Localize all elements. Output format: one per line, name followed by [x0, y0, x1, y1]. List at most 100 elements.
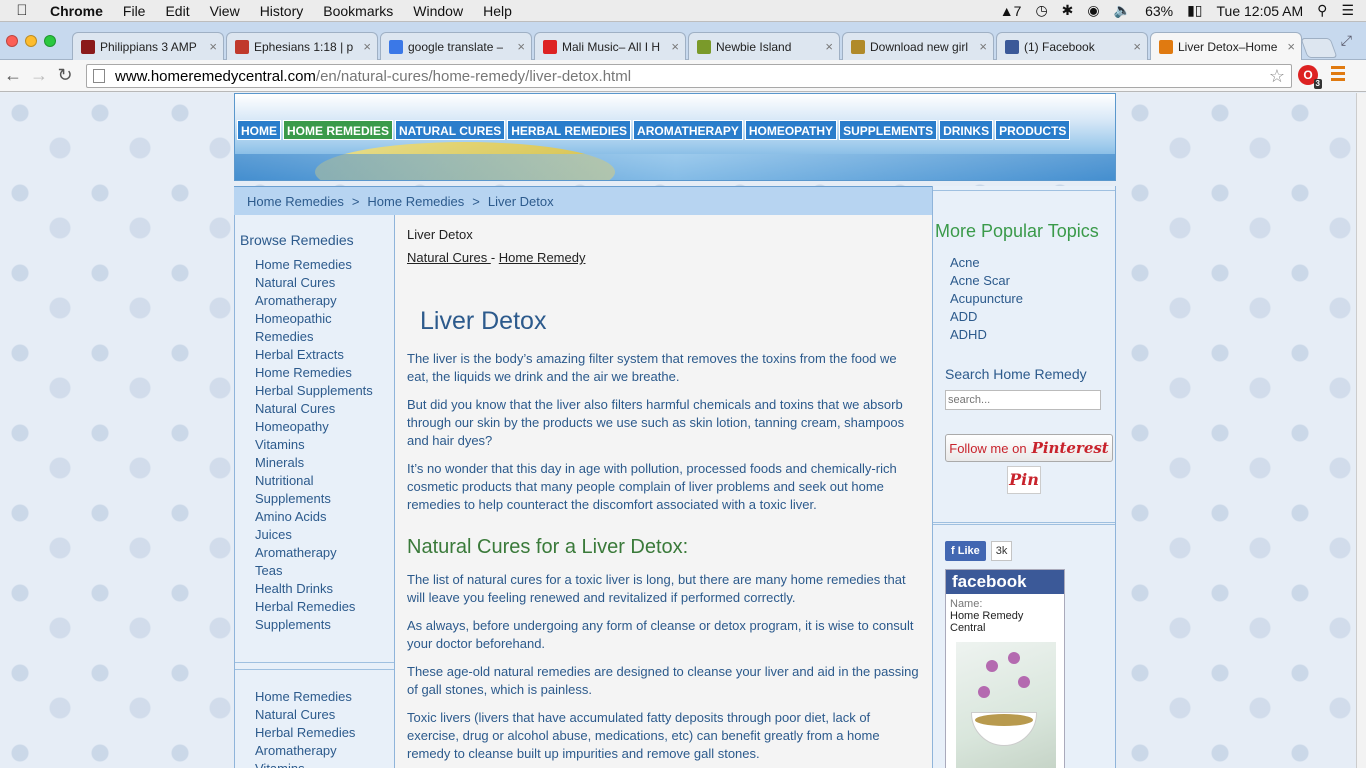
browser-tab[interactable]: Ephesians 1:18 | p × — [226, 32, 378, 60]
sidebar-link[interactable]: Herbal Supplements — [255, 382, 394, 400]
sidebar-link[interactable]: Remedies — [255, 328, 394, 346]
reload-button[interactable]: ↻ — [52, 65, 78, 86]
pin-it-button[interactable]: Pin — [1007, 466, 1041, 494]
popular-topics-heading: More Popular Topics — [935, 221, 1099, 241]
browser-tab[interactable]: Philippians 3 AMP × — [72, 32, 224, 60]
sidebar-link[interactable]: Minerals — [255, 454, 394, 472]
sidebar-link[interactable]: Acupuncture — [950, 290, 1115, 308]
sidebar-link[interactable]: Supplements — [255, 616, 394, 634]
sidebar-link[interactable]: Home Remedies — [255, 256, 394, 274]
close-tab-icon[interactable]: × — [671, 39, 679, 54]
sidebar-link[interactable]: Nutritional — [255, 472, 394, 490]
close-tab-icon[interactable]: × — [979, 39, 987, 54]
bookmark-star-icon[interactable]: ☆ — [1269, 66, 1285, 87]
spotlight-icon[interactable]: ⚲ — [1317, 2, 1327, 19]
breadcrumb-item[interactable]: Home Remedies — [247, 194, 344, 209]
menu-file[interactable]: File — [113, 3, 156, 19]
close-tab-icon[interactable]: × — [1287, 39, 1295, 54]
new-tab-button[interactable] — [1300, 38, 1338, 58]
close-tab-icon[interactable]: × — [209, 39, 217, 54]
battery-percent[interactable]: 63% — [1145, 3, 1173, 19]
sidebar-link[interactable]: Natural Cures — [255, 706, 394, 724]
notification-center-icon[interactable]: ☰ — [1341, 2, 1354, 19]
close-window-button[interactable] — [6, 35, 18, 47]
browser-tab[interactable]: google translate – × — [380, 32, 532, 60]
nav-item[interactable]: AROMATHERAPY — [633, 120, 743, 140]
nav-item[interactable]: PRODUCTS — [995, 120, 1071, 140]
menu-app-name[interactable]: Chrome — [44, 3, 113, 19]
sidebar-link[interactable]: Juices — [255, 526, 394, 544]
nav-item[interactable]: HERBAL REMEDIES — [507, 120, 632, 140]
sidebar-link[interactable]: Supplements — [255, 490, 394, 508]
sidebar-link[interactable]: Vitamins — [255, 436, 394, 454]
menu-bookmarks[interactable]: Bookmarks — [313, 3, 403, 19]
sidebar-link[interactable]: Herbal Remedies — [255, 724, 394, 742]
extension-icon[interactable]: O3 — [1298, 65, 1322, 89]
sidebar-link[interactable]: Acne — [950, 254, 1115, 272]
sidebar-link[interactable]: ADHD — [950, 326, 1115, 344]
nav-item[interactable]: SUPPLEMENTS — [839, 120, 938, 140]
nav-item[interactable]: HOME — [237, 120, 281, 140]
menu-history[interactable]: History — [250, 3, 314, 19]
sidebar-link[interactable]: Aromatherapy — [255, 742, 394, 760]
nav-item[interactable]: HOMEOPATHY — [744, 120, 838, 140]
back-button[interactable]: ← — [0, 65, 26, 86]
sidebar-link[interactable]: ADD — [950, 308, 1115, 326]
paragraph: The liver is the body’s amazing filter s… — [407, 351, 897, 384]
sidebar-link[interactable]: Natural Cures — [255, 400, 394, 418]
browser-tab[interactable]: Mali Music– All I H × — [534, 32, 686, 60]
sidebar-link[interactable]: Herbal Remedies — [255, 598, 394, 616]
fullscreen-icon[interactable]: ⤢ — [1341, 32, 1352, 49]
apple-icon[interactable]:  — [0, 2, 44, 19]
bluetooth-icon[interactable]: ✱ — [1062, 2, 1074, 19]
sidebar-link[interactable]: Herbal Extracts — [255, 346, 394, 364]
close-tab-icon[interactable]: × — [1133, 39, 1141, 54]
sidebar-link[interactable]: Natural Cures — [255, 274, 394, 292]
home-remedy-link[interactable]: Home Remedy — [499, 250, 586, 265]
breadcrumb-item-current[interactable]: Liver Detox — [488, 194, 554, 209]
scrollbar[interactable] — [1356, 93, 1366, 768]
sidebar-link[interactable]: Aromatherapy — [255, 292, 394, 310]
close-tab-icon[interactable]: × — [363, 39, 371, 54]
sidebar-link[interactable]: Amino Acids — [255, 508, 394, 526]
menu-window[interactable]: Window — [403, 3, 473, 19]
sidebar-link[interactable]: Homeopathy — [255, 418, 394, 436]
browser-tab[interactable]: (1) Facebook × — [996, 32, 1148, 60]
search-input[interactable] — [945, 390, 1101, 410]
time-machine-icon[interactable]: ◷ — [1035, 2, 1047, 19]
facebook-like-button[interactable]: f Like — [945, 541, 986, 561]
address-bar[interactable]: www.homeremedycentral.com/en/natural-cur… — [86, 64, 1292, 88]
sidebar-link[interactable]: Health Drinks — [255, 580, 394, 598]
close-tab-icon[interactable]: × — [825, 39, 833, 54]
sidebar-link[interactable]: Homeopathic — [255, 310, 394, 328]
nav-item[interactable]: HOME REMEDIES — [283, 120, 394, 140]
sidebar-link[interactable]: Aromatherapy — [255, 544, 394, 562]
browser-tab[interactable]: Liver Detox–Home × — [1150, 32, 1302, 60]
minimize-window-button[interactable] — [25, 35, 37, 47]
nav-item[interactable]: NATURAL CURES — [395, 120, 506, 140]
sidebar-link[interactable]: Vitamins — [255, 760, 394, 768]
menu-help[interactable]: Help — [473, 3, 522, 19]
sidebar-link[interactable]: Teas — [255, 562, 394, 580]
adobe-icon[interactable]: ▲7 — [1000, 3, 1022, 19]
zoom-window-button[interactable] — [44, 35, 56, 47]
volume-icon[interactable]: 🔈 — [1114, 2, 1131, 19]
forward-button[interactable]: → — [26, 65, 52, 86]
close-tab-icon[interactable]: × — [517, 39, 525, 54]
clock[interactable]: Tue 12:05 AM — [1217, 3, 1304, 19]
facebook-widget[interactable]: facebook Name: Home Remedy Central — [945, 569, 1065, 768]
natural-cures-link[interactable]: Natural Cures — [407, 250, 491, 265]
wifi-icon[interactable]: ◉ — [1087, 2, 1099, 19]
chrome-menu-icon[interactable] — [1331, 66, 1345, 84]
fb-page-name[interactable]: Home Remedy Central — [950, 610, 1060, 634]
browser-tab[interactable]: Download new girl × — [842, 32, 994, 60]
pinterest-follow-button[interactable]: Follow me on Pinterest — [945, 434, 1113, 462]
sidebar-link[interactable]: Home Remedies — [255, 364, 394, 382]
breadcrumb-item[interactable]: Home Remedies — [367, 194, 464, 209]
nav-item[interactable]: DRINKS — [939, 120, 994, 140]
browser-tab[interactable]: Newbie Island × — [688, 32, 840, 60]
menu-edit[interactable]: Edit — [155, 3, 199, 19]
sidebar-link[interactable]: Acne Scar — [950, 272, 1115, 290]
sidebar-link[interactable]: Home Remedies — [255, 688, 394, 706]
menu-view[interactable]: View — [200, 3, 250, 19]
